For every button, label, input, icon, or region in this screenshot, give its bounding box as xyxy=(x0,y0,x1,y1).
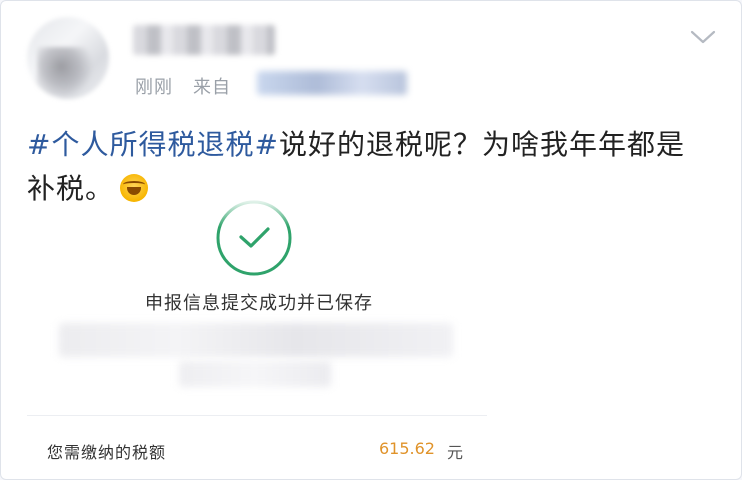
tax-due-unit: 元 xyxy=(447,443,464,462)
post-meta: 刚刚 来自 xyxy=(135,73,231,99)
username-blurred[interactable] xyxy=(133,25,275,55)
laugh-cry-emoji-icon xyxy=(120,174,149,202)
success-check-icon xyxy=(216,200,292,276)
tax-due-label: 您需缴纳的税额 xyxy=(47,443,167,462)
blurred-info-line xyxy=(59,323,453,357)
post-text-line2: 补税。 xyxy=(27,172,115,205)
tax-due-amount: 615.62 xyxy=(379,439,435,458)
hashtag-link[interactable]: #个人所得税退税# xyxy=(27,128,279,161)
submission-success-message: 申报信息提交成功并已保存 xyxy=(145,293,373,314)
post-body: #个人所得税退税#说好的退税呢？为啥我年年都是 补税。 xyxy=(27,123,717,211)
blurred-info-line xyxy=(179,361,331,387)
post-source-blurred[interactable] xyxy=(257,71,407,95)
post-text-line1: 说好的退税呢？为啥我年年都是 xyxy=(278,128,685,161)
chevron-down-icon[interactable] xyxy=(689,27,717,47)
post-time: 刚刚 xyxy=(135,77,173,98)
divider xyxy=(27,415,487,416)
weibo-post-card: 刚刚 来自 #个人所得税退税#说好的退税呢？为啥我年年都是 补税。 申报信息提交… xyxy=(0,0,742,480)
avatar[interactable] xyxy=(27,17,109,99)
post-source-prefix: 来自 xyxy=(193,77,231,98)
